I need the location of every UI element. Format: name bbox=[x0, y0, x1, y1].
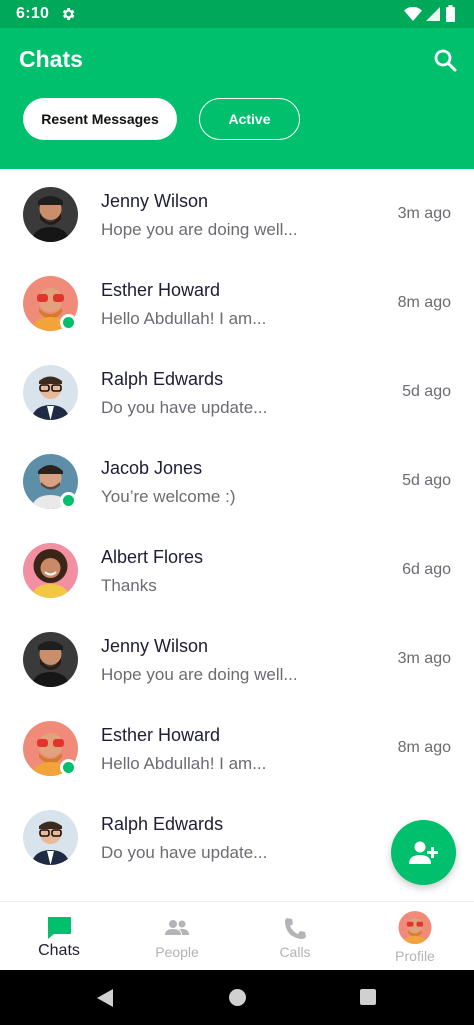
chat-row[interactable]: Ralph Edwards Do you have update... 5d a… bbox=[0, 347, 474, 436]
page-title: Chats bbox=[19, 46, 83, 72]
chat-time: 5d ago bbox=[402, 472, 451, 489]
chat-name: Ralph Edwards bbox=[101, 369, 224, 389]
system-nav-bar bbox=[0, 970, 474, 1025]
nav-label: Calls bbox=[279, 944, 311, 960]
nav-item-people[interactable]: People bbox=[118, 902, 236, 971]
profile-avatar bbox=[398, 911, 432, 944]
chat-row[interactable]: Jenny Wilson Hope you are doing well... … bbox=[0, 169, 474, 258]
chat-list: Jenny Wilson Hope you are doing well... … bbox=[0, 169, 474, 901]
chat-name: Esther Howard bbox=[101, 280, 221, 300]
chat-time: 6d ago bbox=[402, 561, 451, 578]
gear-icon bbox=[62, 8, 75, 20]
search-icon[interactable] bbox=[431, 46, 459, 74]
filter-recent-messages[interactable]: Resent Messages bbox=[23, 98, 177, 140]
chat-name: Jacob Jones bbox=[101, 458, 203, 478]
avatar bbox=[23, 187, 78, 242]
online-status-dot bbox=[60, 492, 77, 509]
chat-time: 3m ago bbox=[397, 205, 451, 222]
nav-label: People bbox=[155, 944, 199, 960]
app-header: Chats Resent Messages Active bbox=[0, 28, 474, 169]
nav-item-chats[interactable]: Chats bbox=[0, 902, 118, 971]
add-person-icon bbox=[408, 841, 438, 864]
phone-icon bbox=[285, 918, 306, 939]
chat-time: 3m ago bbox=[397, 650, 451, 667]
status-bar: 6:10 bbox=[0, 0, 474, 28]
chat-row[interactable]: Albert Flores Thanks 6d ago bbox=[0, 525, 474, 614]
chat-row[interactable]: Esther Howard Hello Abdullah! I am... 8m… bbox=[0, 258, 474, 347]
back-icon[interactable] bbox=[96, 989, 114, 1007]
home-button[interactable] bbox=[229, 989, 246, 1006]
avatar bbox=[23, 632, 78, 687]
people-icon bbox=[165, 920, 189, 935]
battery-icon bbox=[446, 5, 455, 22]
filter-active[interactable]: Active bbox=[199, 98, 300, 140]
bottom-nav: Chats People Calls Profile bbox=[0, 901, 474, 970]
chat-row[interactable]: Esther Howard Hello Abdullah! I am... 8m… bbox=[0, 703, 474, 792]
chat-time: 8m ago bbox=[397, 294, 451, 311]
recent-apps-button[interactable] bbox=[360, 989, 376, 1005]
chat-time: 8m ago bbox=[397, 739, 451, 756]
chat-preview: Hello Abdullah! I am... bbox=[101, 309, 267, 328]
nav-label: Profile bbox=[395, 948, 435, 964]
online-status-dot bbox=[60, 314, 77, 331]
chat-preview: Thanks bbox=[101, 576, 157, 595]
chat-name: Jenny Wilson bbox=[101, 191, 209, 211]
status-time: 6:10 bbox=[16, 5, 50, 22]
add-contact-button[interactable] bbox=[391, 820, 456, 885]
chat-preview: Do you have update... bbox=[101, 398, 268, 417]
chat-bubble-icon bbox=[48, 917, 71, 939]
nav-item-profile[interactable]: Profile bbox=[356, 902, 474, 971]
signal-icon bbox=[426, 7, 440, 21]
avatar bbox=[23, 543, 78, 598]
chat-name: Albert Flores bbox=[101, 547, 204, 567]
chat-preview: Do you have update... bbox=[101, 843, 268, 862]
nav-label: Chats bbox=[38, 942, 80, 959]
chat-name: Ralph Edwards bbox=[101, 814, 224, 834]
chat-time: 5d ago bbox=[402, 383, 451, 400]
chat-preview: Hope you are doing well... bbox=[101, 665, 298, 684]
chat-row[interactable]: Jacob Jones You’re welcome :) 5d ago bbox=[0, 436, 474, 525]
chat-row[interactable]: Jenny Wilson Hope you are doing well... … bbox=[0, 614, 474, 703]
nav-item-calls[interactable]: Calls bbox=[236, 902, 354, 971]
avatar bbox=[23, 810, 78, 865]
chat-preview: Hope you are doing well... bbox=[101, 220, 298, 239]
wifi-icon bbox=[404, 7, 422, 21]
online-status-dot bbox=[60, 759, 77, 776]
chat-preview: Hello Abdullah! I am... bbox=[101, 754, 267, 773]
chat-preview: You’re welcome :) bbox=[101, 487, 236, 506]
chat-name: Jenny Wilson bbox=[101, 636, 209, 656]
avatar bbox=[23, 365, 78, 420]
chat-name: Esther Howard bbox=[101, 725, 221, 745]
